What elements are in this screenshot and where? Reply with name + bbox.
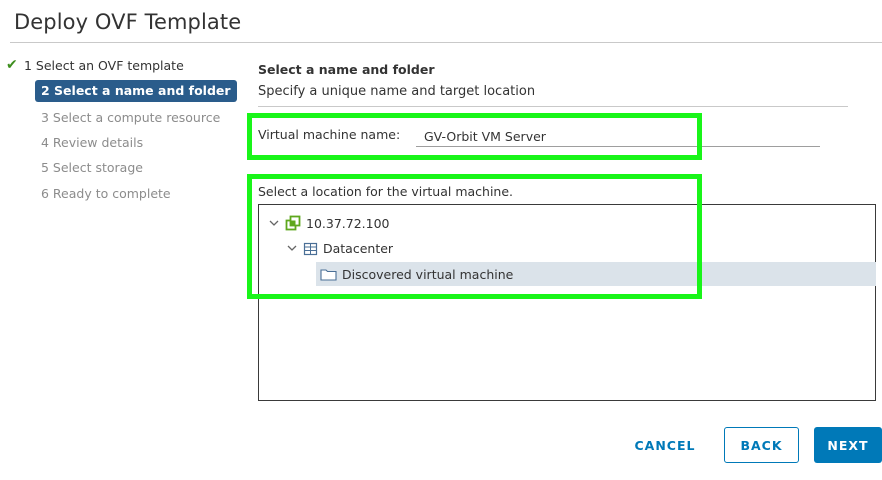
step-label: 3 Select a compute resource (41, 110, 221, 125)
step-1-select-ovf-template[interactable]: ✔ 1 Select an OVF template (6, 57, 184, 73)
checkmark-icon: ✔ (6, 57, 18, 73)
highlight-box-location (247, 174, 702, 299)
cancel-button[interactable]: CANCEL (620, 427, 710, 463)
section-subtitle: Specify a unique name and target locatio… (258, 84, 536, 99)
title-divider (10, 42, 882, 43)
section-divider (258, 106, 848, 107)
back-button[interactable]: BACK (724, 427, 799, 463)
dialog-title: Deploy OVF Template (14, 10, 242, 34)
step-4-review-details: 4 Review details (41, 135, 143, 150)
step-label: 6 Ready to complete (41, 186, 171, 201)
section-title: Select a name and folder (258, 62, 435, 77)
step-label: 1 Select an OVF template (24, 58, 184, 73)
step-label: 5 Select storage (41, 160, 143, 175)
step-label: 4 Review details (41, 135, 144, 150)
step-6-ready-to-complete: 6 Ready to complete (41, 186, 171, 201)
step-label: 2 Select a name and folder (41, 83, 231, 98)
step-2-select-name-and-folder[interactable]: 2 Select a name and folder (35, 80, 237, 102)
next-button[interactable]: NEXT (814, 427, 882, 463)
step-5-select-storage: 5 Select storage (41, 160, 143, 175)
step-3-select-compute-resource: 3 Select a compute resource (41, 110, 220, 125)
highlight-box-vm-name (247, 113, 702, 160)
